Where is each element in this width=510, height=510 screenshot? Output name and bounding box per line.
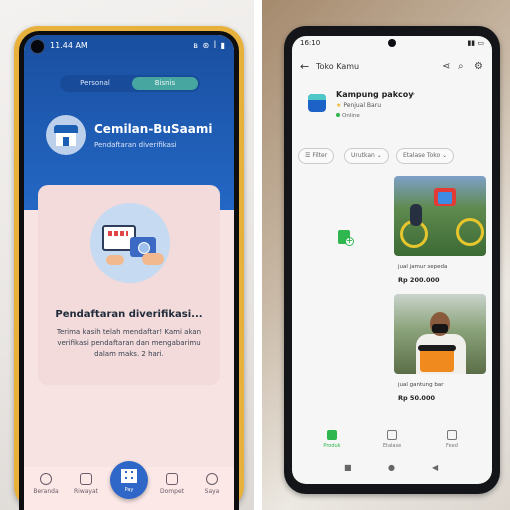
front-camera bbox=[388, 39, 396, 47]
nav-label: Etalase bbox=[382, 443, 402, 449]
filter-bar: ☰ Filter Urutkan ⌄ Etalase Toko ⌄ bbox=[298, 148, 492, 164]
chevron-down-icon: ⌄ bbox=[442, 152, 448, 159]
online-label: Online bbox=[342, 113, 360, 119]
shop-logo bbox=[308, 94, 326, 112]
product-name: jual jamur sepeda bbox=[398, 264, 448, 270]
nav-feed[interactable]: Feed bbox=[432, 430, 472, 449]
header-panel: 11.44 AM ʙ ⊛ ꟾ ▮ Personal Bisnis Cemilan… bbox=[24, 35, 234, 210]
product-icon bbox=[327, 430, 337, 440]
status-time: 11.44 AM bbox=[50, 41, 88, 50]
nav-label: Riwayat bbox=[74, 488, 98, 495]
filter-icon: ☰ bbox=[305, 152, 311, 159]
chip-label: Filter bbox=[312, 152, 328, 159]
status-bar: 11.44 AM ʙ ⊛ ꟾ ▮ bbox=[24, 35, 234, 57]
phone-screen-left: 11.44 AM ʙ ⊛ ꟾ ▮ Personal Bisnis Cemilan… bbox=[24, 35, 234, 510]
bottom-navigation: Beranda Riwayat Pay Dompet Saya bbox=[24, 461, 234, 510]
shop-info: Kampung pakcoy › ★ Penjual Baru Online bbox=[302, 88, 482, 128]
shop-name[interactable]: Kampung pakcoy bbox=[336, 90, 413, 99]
qr-icon bbox=[121, 469, 137, 483]
app-header: ← Toko Kamu ⋖ ⌕ ⚙ bbox=[292, 56, 492, 80]
verification-card: Pendaftaran diverifikasi... Terima kasih… bbox=[38, 185, 220, 385]
home-button-icon[interactable]: ● bbox=[388, 463, 395, 472]
page-title: Toko Kamu bbox=[316, 62, 360, 71]
nav-etalase[interactable]: Etalase bbox=[372, 430, 412, 449]
phone-left: 11.44 AM ʙ ⊛ ꟾ ▮ Personal Bisnis Cemilan… bbox=[14, 26, 244, 510]
nav-saya[interactable]: Saya bbox=[192, 473, 232, 495]
nav-label: Feed bbox=[446, 443, 458, 449]
chevron-right-icon[interactable]: › bbox=[412, 89, 415, 98]
seller-badge: ★ Penjual Baru bbox=[336, 102, 381, 109]
chip-label: Urutkan bbox=[351, 152, 375, 159]
right-photo: 16:10 ▮▮ ▭ ← Toko Kamu ⋖ ⌕ ⚙ Kampung pak… bbox=[262, 0, 510, 510]
phone-right: 16:10 ▮▮ ▭ ← Toko Kamu ⋖ ⌕ ⚙ Kampung pak… bbox=[284, 26, 500, 494]
nav-label: Pay bbox=[124, 487, 134, 493]
verification-illustration bbox=[90, 203, 170, 283]
home-icon bbox=[40, 473, 52, 485]
profile-icon bbox=[206, 473, 218, 485]
nav-label: Dompet bbox=[160, 488, 184, 495]
chevron-down-icon: ⌄ bbox=[376, 152, 382, 159]
phone-screen-right: 16:10 ▮▮ ▭ ← Toko Kamu ⋖ ⌕ ⚙ Kampung pak… bbox=[292, 36, 492, 484]
pay-button[interactable]: Pay bbox=[110, 461, 148, 499]
bottom-navigation: Produk Etalase Feed bbox=[292, 424, 492, 456]
nav-label: Saya bbox=[204, 488, 220, 495]
store-icon bbox=[46, 115, 86, 155]
status-time: 16:10 bbox=[300, 39, 321, 47]
left-photo: 11.44 AM ʙ ⊛ ꟾ ▮ Personal Bisnis Cemilan… bbox=[0, 0, 254, 510]
nav-riwayat[interactable]: Riwayat bbox=[66, 473, 106, 495]
share-icon[interactable]: ⋖ bbox=[442, 61, 450, 72]
product-price: Rp 50.000 bbox=[398, 394, 436, 402]
tab-personal[interactable]: Personal bbox=[62, 77, 128, 90]
system-navigation: ■ ● ◀ bbox=[292, 458, 492, 480]
product-price: Rp 200.000 bbox=[398, 276, 440, 284]
feed-icon bbox=[447, 430, 457, 440]
showcase-chip[interactable]: Etalase Toko ⌄ bbox=[396, 148, 455, 164]
photo-divider bbox=[254, 0, 262, 510]
back-icon[interactable]: ◀ bbox=[432, 463, 438, 472]
front-camera bbox=[30, 39, 45, 54]
card-message: Terima kasih telah mendaftar! Kami akan … bbox=[56, 328, 202, 358]
store-name: Cemilan-BuSaami bbox=[94, 122, 213, 136]
recents-icon[interactable]: ■ bbox=[344, 463, 352, 472]
wallet-icon bbox=[166, 473, 178, 485]
search-icon[interactable]: ⌕ bbox=[458, 61, 464, 72]
back-arrow-icon[interactable]: ← bbox=[300, 60, 309, 73]
product-image bbox=[394, 176, 486, 256]
online-dot-icon bbox=[336, 113, 340, 117]
card-title: Pendaftaran diverifikasi... bbox=[55, 309, 203, 320]
settings-icon[interactable]: ⚙ bbox=[474, 61, 483, 72]
add-product-icon[interactable]: + bbox=[338, 230, 354, 246]
chip-label: Etalase Toko bbox=[403, 152, 441, 159]
nav-produk[interactable]: Produk bbox=[312, 430, 352, 449]
status-icons: ▮▮ ▭ bbox=[467, 39, 484, 47]
account-toggle[interactable]: Personal Bisnis bbox=[60, 75, 200, 92]
nav-beranda[interactable]: Beranda bbox=[26, 473, 66, 495]
seller-badge-label: Penjual Baru bbox=[343, 102, 381, 109]
star-icon: ★ bbox=[336, 102, 342, 109]
product-name: jual gantung bar bbox=[398, 382, 444, 388]
product-image bbox=[394, 294, 486, 374]
nav-label: Beranda bbox=[33, 488, 59, 495]
filter-chip[interactable]: ☰ Filter bbox=[298, 148, 335, 164]
nav-label: Produk bbox=[323, 443, 341, 449]
status-bar: 16:10 ▮▮ ▭ bbox=[292, 36, 492, 52]
nav-dompet[interactable]: Dompet bbox=[152, 473, 192, 495]
status-icons: ʙ ⊛ ꟾ ▮ bbox=[193, 41, 226, 50]
grid-icon bbox=[387, 430, 397, 440]
store-status: Pendaftaran diverifikasi bbox=[94, 141, 177, 149]
tab-bisnis[interactable]: Bisnis bbox=[132, 77, 198, 90]
sort-chip[interactable]: Urutkan ⌄ bbox=[344, 148, 389, 164]
history-icon bbox=[80, 473, 92, 485]
online-status: Online bbox=[336, 113, 360, 119]
